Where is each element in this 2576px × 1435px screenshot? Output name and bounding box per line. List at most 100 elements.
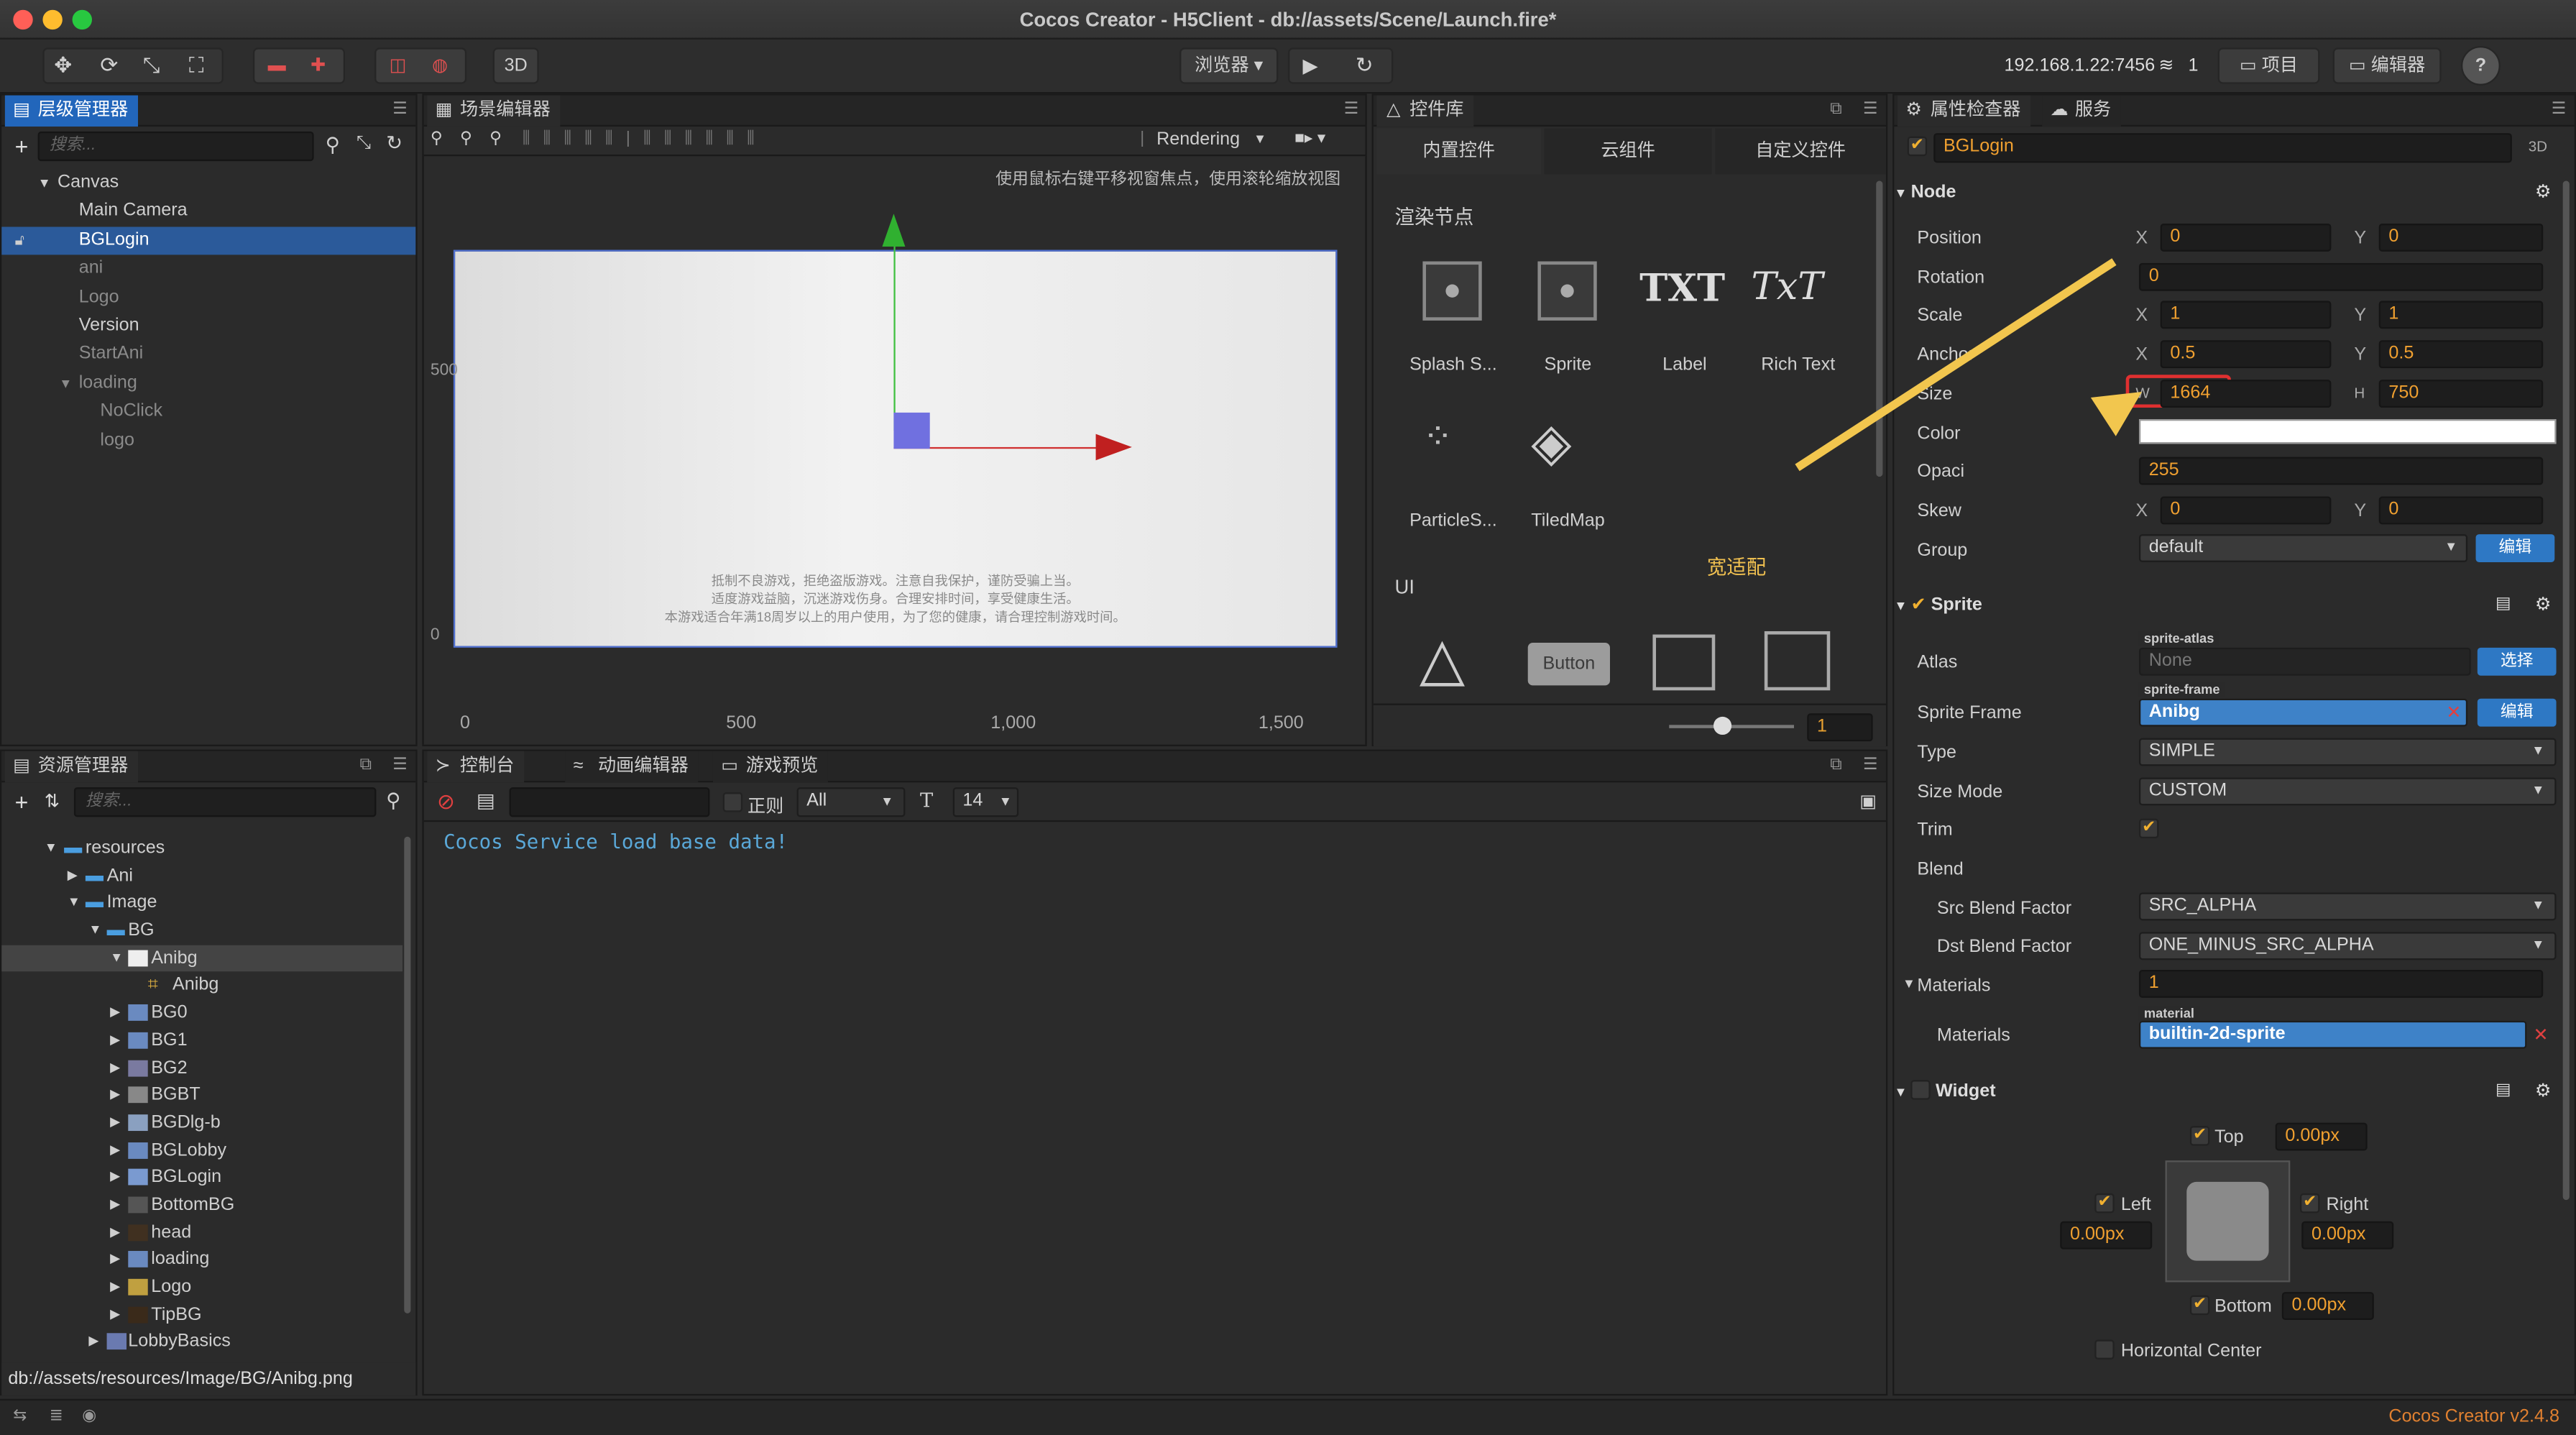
pivot-local-icon[interactable]: ▬: [268, 50, 286, 83]
src-blend-select[interactable]: SRC_ALPHA: [2138, 892, 2557, 921]
inspector-scrollbar[interactable]: [2562, 180, 2570, 1201]
camera-icon[interactable]: ■▸ ▾: [1294, 130, 1325, 148]
x-axis-arrow-icon[interactable]: [1095, 434, 1132, 461]
tab-animation-editor[interactable]: ≈ 动画编辑器: [565, 751, 699, 783]
asset-row-bgdlg-b[interactable]: ▶ BGDlg-b: [1, 1109, 402, 1137]
tab-console[interactable]: ≻ 控制台: [427, 751, 525, 783]
move-tool-icon[interactable]: ✥: [54, 50, 72, 83]
button-widget-icon[interactable]: Button: [1527, 642, 1610, 686]
splash-sprite-icon[interactable]: [1422, 261, 1482, 321]
sync-icon[interactable]: ⇆: [13, 1407, 27, 1425]
expand-arrow-icon[interactable]: ▼: [68, 890, 80, 917]
popout-icon[interactable]: ⧉: [360, 757, 377, 774]
panel-menu-icon[interactable]: ☰: [1863, 101, 1880, 119]
expand-arrow-icon[interactable]: ▼: [110, 945, 123, 972]
sprite-icon[interactable]: [1537, 261, 1597, 321]
expand-arrow-icon[interactable]: ▶: [110, 1109, 120, 1137]
anchor-handle-icon[interactable]: [893, 412, 930, 449]
expand-arrow-icon[interactable]: ▶: [110, 1027, 120, 1055]
size-width-input[interactable]: 1664: [2160, 380, 2332, 408]
tree-node-startani[interactable]: StartAni: [1, 341, 415, 370]
clear-icon[interactable]: ✕: [2534, 1024, 2549, 1045]
play-icon[interactable]: ▶: [1303, 50, 1318, 83]
asset-row-bg0[interactable]: ▶ BG0: [1, 999, 402, 1027]
asset-row-bottombg[interactable]: ▶ BottomBG: [1, 1191, 402, 1219]
left-value-input[interactable]: 0.00px: [2060, 1221, 2153, 1250]
expand-arrow-icon[interactable]: ▼: [59, 370, 72, 398]
refresh-icon[interactable]: ↻: [1356, 50, 1374, 83]
color-swatch[interactable]: [2138, 419, 2557, 444]
tab-cloud[interactable]: 云组件: [1544, 128, 1712, 175]
collapse-icon[interactable]: ⤡: [356, 133, 371, 155]
zoom-out-icon[interactable]: ⚲: [489, 130, 502, 148]
y-axis-arrow-icon[interactable]: [882, 214, 906, 247]
asset-row-bglogin[interactable]: ▶ BGLogin: [1, 1164, 402, 1191]
particle-system-icon[interactable]: ⁘: [1422, 416, 1453, 458]
collapse-arrow-icon[interactable]: ▼: [1903, 976, 1915, 991]
expand-arrow-icon[interactable]: ▼: [38, 169, 51, 198]
asset-row-logo[interactable]: ▶ Logo: [1, 1274, 402, 1301]
right-checkbox[interactable]: ✔: [2299, 1193, 2320, 1214]
database-icon[interactable]: ≣: [50, 1407, 63, 1425]
atlas-asset-field[interactable]: None: [2138, 647, 2471, 676]
minimize-window-button[interactable]: [42, 9, 63, 30]
materials-count-input[interactable]: 1: [2138, 969, 2544, 998]
tab-scene-editor[interactable]: ▦ 场景编辑器: [427, 95, 561, 127]
label-icon[interactable]: TXT: [1639, 266, 1725, 311]
rotation-input[interactable]: 0: [2138, 262, 2544, 291]
anchor-y-input[interactable]: 0.5: [2378, 340, 2544, 369]
sprite-section-header[interactable]: ▼ ✔ Sprite ▤ ⚙: [1894, 589, 2559, 622]
asset-row-bglobby[interactable]: ▶ BGLobby: [1, 1137, 402, 1164]
tree-node-logo-child[interactable]: logo: [1, 426, 415, 455]
ui-triangle-icon[interactable]: △: [1420, 625, 1465, 694]
expand-arrow-icon[interactable]: ▶: [110, 1082, 120, 1109]
group-select[interactable]: default: [2138, 534, 2468, 562]
zoom-fit-icon[interactable]: ⚲: [431, 130, 443, 148]
search-icon[interactable]: ⚲: [326, 133, 340, 156]
tab-assets[interactable]: ▤ 资源管理器: [4, 751, 138, 783]
node-section-header[interactable]: ▼ Node ⚙: [1894, 176, 2559, 209]
asset-row-image[interactable]: ▼ ▬ Image: [1, 890, 402, 917]
tree-node-loading[interactable]: ▼ loading: [1, 370, 415, 398]
tree-node-main-camera[interactable]: Main Camera: [1, 198, 415, 226]
panel-menu-icon[interactable]: ☰: [1863, 757, 1880, 774]
asset-row-resources[interactable]: ▼ ▬ resources: [1, 835, 402, 862]
toggle-3d-button[interactable]: 3D: [492, 47, 539, 84]
align-tools-icon[interactable]: ⫼⫼⫼⫼⫼|⫼⫼⫼⫼⫼⫼: [523, 130, 768, 148]
rich-text-icon[interactable]: TxT: [1752, 266, 1823, 308]
expand-arrow-icon[interactable]: ▶: [110, 1301, 120, 1329]
rendering-dropdown[interactable]: Rendering: [1156, 130, 1240, 150]
browser-select[interactable]: 浏览器 ▾: [1179, 47, 1279, 84]
opacity-input[interactable]: 255: [2138, 457, 2544, 485]
left-checkbox[interactable]: ✔: [2094, 1193, 2115, 1214]
sprite-frame-asset-field[interactable]: Anibg: [2138, 698, 2468, 727]
dst-blend-select[interactable]: ONE_MINUS_SRC_ALPHA: [2138, 932, 2557, 961]
skew-x-input[interactable]: 0: [2160, 496, 2332, 525]
atlas-select-button[interactable]: 选择: [2477, 647, 2557, 676]
scrollview-widget-icon[interactable]: [1764, 631, 1831, 691]
tree-node-version[interactable]: Version: [1, 312, 415, 341]
tab-services[interactable]: ☁ 服务: [2042, 95, 2121, 127]
settings-icon[interactable]: ⚙: [2535, 176, 2552, 209]
layout-widget-icon[interactable]: [1652, 634, 1716, 691]
sprite-enabled-check-icon[interactable]: ✔: [1911, 595, 1926, 615]
scale-tool-icon[interactable]: ⤡: [143, 50, 160, 83]
zoom-slider-handle[interactable]: [1713, 716, 1732, 735]
y-axis-gizmo[interactable]: [893, 246, 896, 431]
type-select[interactable]: SIMPLE: [2138, 738, 2557, 766]
popout-icon[interactable]: ⧉: [1830, 101, 1846, 119]
eye-icon[interactable]: ◉: [82, 1407, 96, 1425]
add-asset-icon[interactable]: +: [15, 789, 29, 815]
book-icon[interactable]: ▤: [2496, 589, 2511, 622]
asset-row-anibg[interactable]: ▼ Anibg: [1, 945, 402, 973]
rotate-tool-icon[interactable]: ⟳: [100, 50, 118, 83]
tab-widget-library[interactable]: △ 控件库: [1376, 95, 1474, 127]
refresh-icon[interactable]: ↻: [386, 132, 402, 155]
lock-icon[interactable]: 🔓︎: [15, 226, 24, 255]
camera-snap-icon[interactable]: ◍: [432, 50, 448, 83]
open-log-icon[interactable]: ▤: [477, 789, 495, 812]
tab-game-preview[interactable]: ▭ 游戏预览: [712, 751, 828, 783]
zoom-input[interactable]: 1: [1807, 713, 1873, 742]
grid-snap-icon[interactable]: ◫: [390, 50, 407, 83]
node-name-input[interactable]: BGLogin: [1933, 133, 2512, 163]
